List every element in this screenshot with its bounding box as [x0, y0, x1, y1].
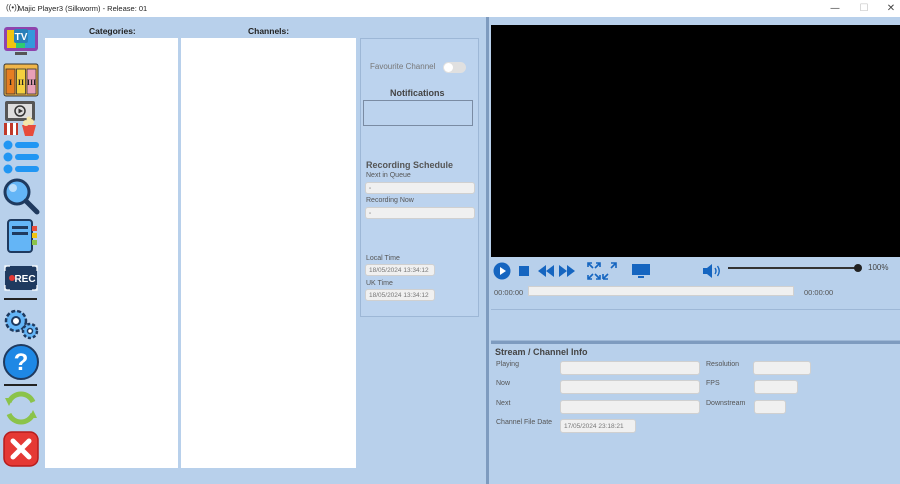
local-time-label: Local Time — [366, 255, 400, 262]
categories-header: Categories: — [89, 26, 136, 36]
recording-schedule-title: Recording Schedule — [366, 160, 454, 170]
minimize-button[interactable]: — — [822, 1, 848, 16]
monitor-icon[interactable] — [631, 263, 651, 279]
status-area — [491, 309, 900, 341]
notebook-icon[interactable] — [2, 217, 40, 255]
rewind-icon[interactable] — [537, 264, 555, 278]
playing-field — [560, 361, 700, 375]
resolution-field — [753, 361, 811, 375]
play-icon[interactable] — [493, 262, 511, 280]
downstream-label: Downstream — [706, 400, 746, 407]
fullscreen-icon[interactable] — [587, 262, 617, 280]
local-time-field: 18/05/2024 13:34:12 — [365, 264, 435, 276]
svg-text:?: ? — [14, 349, 29, 376]
title-bar: ((•)) Majic Player3 (Silkworm) - Release… — [0, 0, 900, 17]
record-icon[interactable]: REC — [2, 259, 40, 297]
svg-text:III: III — [27, 78, 36, 87]
sidebar-separator-2 — [4, 384, 37, 386]
video-display[interactable] — [491, 25, 900, 257]
favourite-toggle[interactable] — [443, 62, 466, 73]
guide-columns-icon[interactable]: I II III — [2, 61, 40, 99]
categories-list[interactable] — [45, 38, 178, 468]
tv-icon[interactable]: TV — [2, 23, 40, 61]
notifications-box — [363, 100, 473, 126]
volume-percent: 100% — [868, 263, 889, 272]
volume-slider-thumb[interactable] — [854, 264, 862, 272]
uk-time-label: UK Time — [366, 280, 393, 287]
help-icon[interactable]: ? — [2, 343, 40, 381]
app-radio-icon: ((•)) — [6, 3, 20, 12]
fps-field — [754, 380, 798, 394]
seek-bar[interactable] — [528, 286, 794, 296]
next-label: Next — [496, 400, 511, 407]
channel-file-date-label: Channel File Date — [496, 419, 553, 426]
uk-time-field: 18/05/2024 13:34:12 — [365, 289, 435, 301]
svg-text:I: I — [9, 78, 12, 87]
close-window-button[interactable]: ✕ — [878, 1, 900, 16]
window-title: Majic Player3 (Silkworm) - Release: 01 — [18, 4, 148, 13]
time-elapsed: 00:00:00 — [494, 288, 524, 297]
favourite-channel-label: Favourite Channel — [370, 62, 436, 71]
sidebar-separator — [4, 298, 37, 300]
volume-icon[interactable] — [702, 263, 722, 279]
channels-header: Channels: — [248, 26, 290, 36]
now-label: Now — [496, 380, 511, 387]
notifications-title: Notifications — [390, 88, 445, 98]
svg-text:REC: REC — [14, 274, 35, 285]
search-icon[interactable] — [2, 177, 40, 215]
channels-list[interactable] — [181, 38, 356, 468]
exit-icon[interactable] — [2, 430, 40, 468]
refresh-icon[interactable] — [2, 389, 40, 427]
sidebar: TV I II III REC ? — [0, 17, 41, 484]
settings-gears-icon[interactable] — [2, 303, 40, 341]
next-in-queue-field[interactable]: ▫ — [365, 182, 475, 194]
next-in-queue-label: Next in Queue — [366, 172, 411, 179]
next-field — [560, 400, 700, 414]
stop-icon[interactable] — [518, 265, 530, 277]
svg-text:TV: TV — [15, 32, 28, 43]
recording-now-field[interactable]: ▫ — [365, 207, 475, 219]
fast-forward-icon[interactable] — [558, 264, 576, 278]
playing-label: Playing — [496, 361, 519, 368]
now-field — [560, 380, 700, 394]
downstream-field — [754, 400, 786, 414]
channel-file-date-field: 17/05/2024 23:18:21 — [560, 419, 636, 433]
cinema-popcorn-icon[interactable] — [2, 99, 40, 137]
time-total: 00:00:00 — [804, 288, 834, 297]
stream-info-title: Stream / Channel Info — [495, 347, 588, 357]
resolution-label: Resolution — [706, 361, 740, 368]
pane-divider[interactable] — [486, 17, 489, 484]
volume-slider-track[interactable] — [728, 267, 858, 269]
fps-label: FPS — [706, 380, 720, 387]
recording-now-label: Recording Now — [366, 197, 414, 204]
info-divider[interactable] — [491, 341, 900, 344]
svg-text:II: II — [18, 78, 24, 87]
maximize-button[interactable]: ☐ — [851, 1, 877, 16]
list-icon[interactable] — [2, 138, 40, 176]
